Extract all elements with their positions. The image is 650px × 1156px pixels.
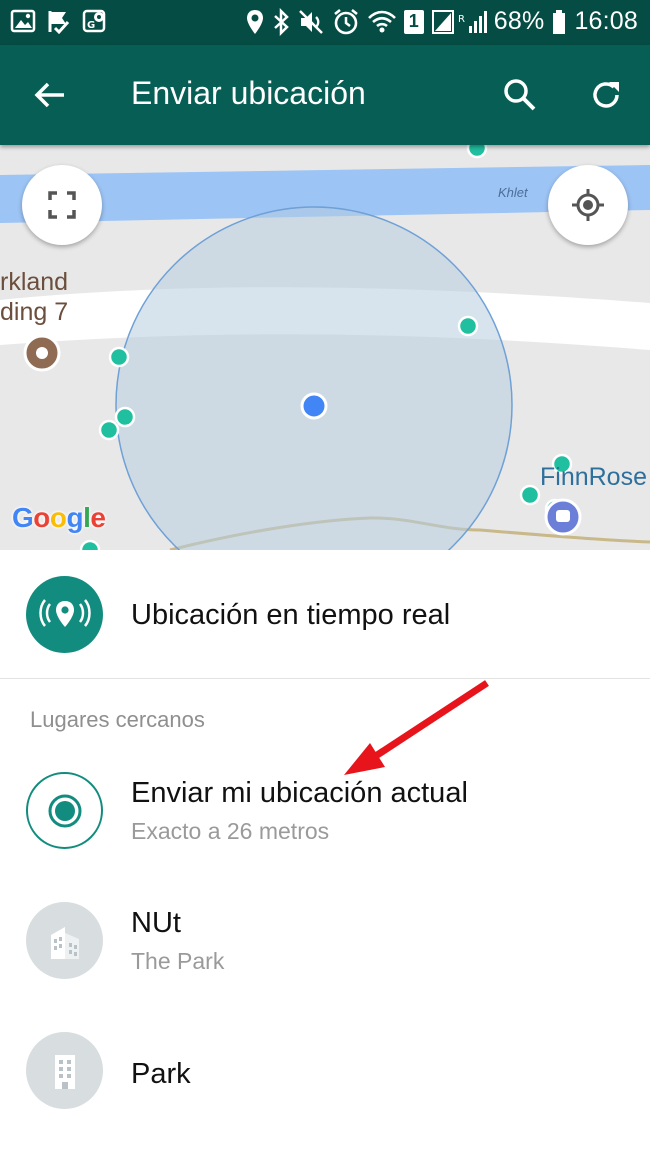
live-location-icon: [38, 598, 91, 627]
map-place-label: rkland ding 7: [0, 267, 68, 327]
annotation-arrow: [344, 680, 489, 775]
clock: 16:08: [574, 7, 638, 35]
maps-notification-icon: G: [82, 8, 108, 34]
list-item-subtitle: Exacto a 26 metros: [131, 818, 330, 844]
map-place-label-line1: rkland: [0, 268, 69, 296]
nearby-header: Lugares cercanos: [30, 707, 205, 732]
place-avatar: [26, 1032, 103, 1109]
poi-label: FinnRose: [540, 463, 647, 491]
page-title: Enviar ubicación: [131, 75, 366, 111]
bluetooth-icon: [272, 7, 290, 36]
place-row-park[interactable]: Park: [0, 1020, 650, 1145]
fullscreen-icon: [48, 191, 76, 219]
place-avatar: [26, 902, 103, 979]
search-button[interactable]: [494, 69, 546, 121]
list-item-title: Park: [131, 1058, 191, 1090]
sim-badge: 1: [403, 9, 424, 34]
refresh-button[interactable]: [580, 69, 632, 121]
live-location-label: Ubicación en tiempo real: [131, 599, 451, 631]
map-view[interactable]: rkland ding 7 Khlet FinnRose Google: [0, 145, 650, 550]
location-options: Ubicación en tiempo real Lugares cercano…: [0, 550, 650, 1156]
gallery-icon: [10, 8, 36, 34]
refresh-icon: [593, 82, 619, 108]
crosshair-icon: [572, 189, 604, 221]
live-location-avatar: [26, 576, 103, 653]
current-location-row[interactable]: Enviar mi ubicación actual Exacto a 26 m…: [0, 760, 650, 885]
back-button[interactable]: [22, 69, 78, 121]
svg-text:G: G: [87, 20, 95, 31]
divider: [0, 678, 650, 679]
live-location-row[interactable]: Ubicación en tiempo real: [0, 550, 650, 678]
battery-icon: [551, 8, 567, 36]
building-icon: [50, 926, 79, 959]
status-bar: G 1 R 68% 16:08: [0, 0, 650, 45]
signal-icon: R: [431, 8, 487, 36]
river-label: Khlet: [498, 185, 528, 200]
flag-check-icon: [46, 8, 72, 34]
arrow-left-icon: [34, 82, 64, 108]
app-toolbar: Enviar ubicación: [0, 45, 650, 145]
alarm-icon: [332, 8, 360, 36]
current-location-icon: [48, 794, 81, 827]
google-logo: Google: [12, 502, 106, 533]
map-place-label-line2: ding 7: [0, 298, 69, 326]
battery-percent: 68%: [493, 7, 545, 35]
current-location-avatar: [26, 772, 103, 849]
list-item-title: NUt: [131, 907, 181, 939]
wifi-icon: [367, 8, 397, 36]
fullscreen-button[interactable]: [22, 165, 102, 245]
location-icon: [245, 8, 265, 36]
mute-icon: [297, 8, 325, 36]
building-icon: [54, 1054, 75, 1089]
list-item-subtitle: The Park: [131, 948, 225, 974]
svg-text:R: R: [458, 14, 465, 25]
my-location-button[interactable]: [548, 165, 628, 245]
search-icon: [504, 79, 536, 111]
place-row-nut[interactable]: NUt The Park: [0, 890, 650, 1015]
